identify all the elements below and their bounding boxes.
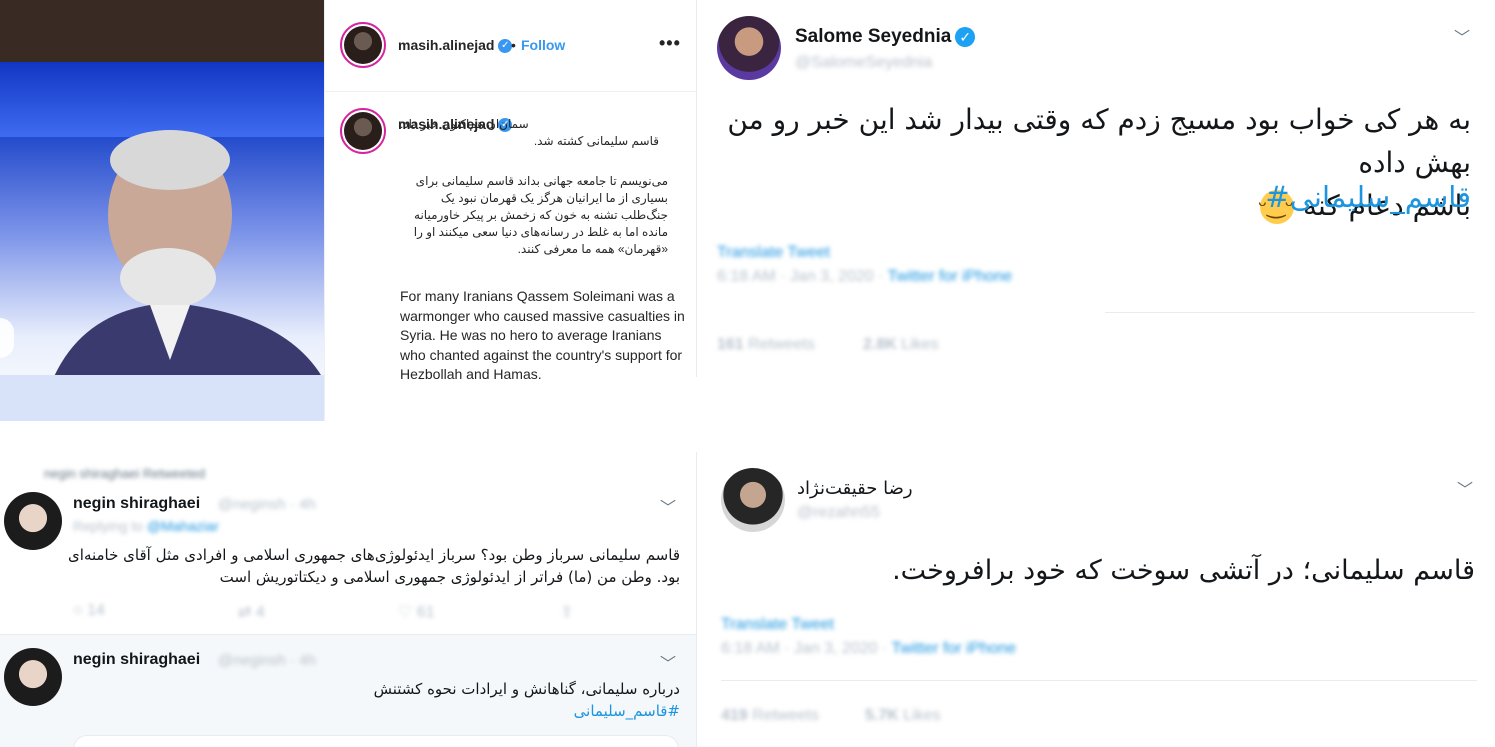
- tweets-negin: negin shiraghaei Retweeted negin shiragh…: [0, 456, 696, 747]
- display-name[interactable]: Salome Seyednia ✓: [795, 26, 976, 48]
- instagram-post: masih.alinejad ✓ • Follow ••• masih.alin…: [0, 0, 696, 425]
- replying-to: Replying to @Mahaziar: [73, 518, 219, 534]
- separator-dot: •: [511, 37, 516, 53]
- tweet-text: قاسم سلیمانی سرباز وطن بود؟ سرباز ایدئول…: [68, 546, 680, 586]
- source-link[interactable]: Twitter for iPhone: [887, 268, 1012, 285]
- avatar[interactable]: [717, 16, 781, 80]
- embedded-card[interactable]: [73, 735, 679, 747]
- reply-icon[interactable]: ○ 14: [73, 602, 105, 620]
- like-stats[interactable]: 5.7K Likes: [865, 707, 941, 725]
- display-name[interactable]: negin shiraghaei: [73, 651, 200, 669]
- translate-link[interactable]: Translate Tweet: [721, 616, 834, 634]
- verified-badge-icon: ✓: [955, 26, 976, 47]
- avatar[interactable]: [721, 468, 785, 532]
- retweeted-by[interactable]: negin shiraghaei Retweeted: [44, 466, 205, 481]
- tweet-text: قاسم سلیمانی؛ در آتشی سوخت که خود برافرو…: [892, 555, 1475, 586]
- caption-avatar[interactable]: [340, 108, 386, 154]
- timestamp: 6:18 AM · Jan 3, 2020 · Twitter for iPho…: [721, 640, 1016, 657]
- tweet-text: درباره سلیمانی، گناهانش و ایرادات نحوه ک…: [200, 678, 680, 722]
- handle[interactable]: @neginsh · 4h: [218, 496, 316, 513]
- tweet-salome: Salome Seyednia ✓ @SalomeSeyednia ﹀ به هر…: [696, 0, 1495, 377]
- post-header: masih.alinejad ✓ • Follow •••: [325, 0, 696, 92]
- avatar[interactable]: [4, 648, 62, 706]
- retweet-stats[interactable]: 419 Retweets: [721, 707, 819, 725]
- tweet-reza: رضا حقیقت‌نژاد @rezahn55 ﹀ قاسم سلیمانی؛…: [696, 452, 1495, 747]
- replying-handle-link[interactable]: @Mahaziar: [147, 518, 219, 534]
- caption-fa-body: می‌نویسم تا جامعه جهانی بداند قاسم سلیما…: [413, 174, 668, 256]
- retweet-icon[interactable]: ⇄ 4: [238, 602, 265, 622]
- divider: [1105, 312, 1475, 313]
- display-name[interactable]: رضا حقیقت‌نژاد: [797, 478, 913, 499]
- share-icon[interactable]: ⇪: [560, 602, 573, 622]
- handle[interactable]: @rezahn55: [797, 504, 880, 522]
- hashtag-link[interactable]: #قاسم_سلیمانی: [1265, 180, 1471, 214]
- handle[interactable]: @SalomeSeyednia: [795, 54, 932, 72]
- source-link[interactable]: Twitter for iPhone: [891, 640, 1016, 657]
- chevron-down-icon[interactable]: ﹀: [660, 650, 676, 674]
- chevron-down-icon[interactable]: ﹀: [1457, 476, 1473, 500]
- like-stats[interactable]: 2.8K Likes: [863, 336, 939, 354]
- username[interactable]: masih.alinejad ✓: [398, 37, 513, 54]
- avatar[interactable]: [340, 22, 386, 68]
- caption-en: For many Iranians Qassem Soleimani was a…: [400, 288, 685, 382]
- caption-fa-head: سمان‌ان هم‌اکنون خبر داد: قاسم سلیمانی ک…: [400, 117, 659, 148]
- handle[interactable]: @neginsh · 4h: [218, 652, 316, 669]
- display-name[interactable]: negin shiraghaei: [73, 495, 200, 513]
- post-side: masih.alinejad ✓ • Follow ••• masih.alin…: [324, 0, 696, 421]
- hashtag-link[interactable]: #قاسم_سلیمانی: [200, 700, 680, 722]
- portrait-image: [40, 130, 324, 421]
- follow-button[interactable]: Follow: [521, 37, 565, 53]
- translate-link[interactable]: Translate Tweet: [717, 244, 830, 262]
- timestamp: 6:18 AM · Jan 3, 2020 · Twitter for iPho…: [717, 268, 1012, 285]
- photo-bottom-band: [0, 375, 324, 421]
- post-photo[interactable]: [0, 0, 324, 421]
- divider: [721, 680, 1477, 681]
- chevron-down-icon[interactable]: ﹀: [660, 494, 676, 518]
- chevron-down-icon[interactable]: ﹀: [1454, 24, 1470, 48]
- like-icon[interactable]: ♡ 61: [398, 602, 435, 622]
- more-dots-icon[interactable]: •••: [659, 33, 681, 54]
- retweet-stats[interactable]: 161 Retweets: [717, 336, 815, 354]
- avatar[interactable]: [4, 492, 62, 550]
